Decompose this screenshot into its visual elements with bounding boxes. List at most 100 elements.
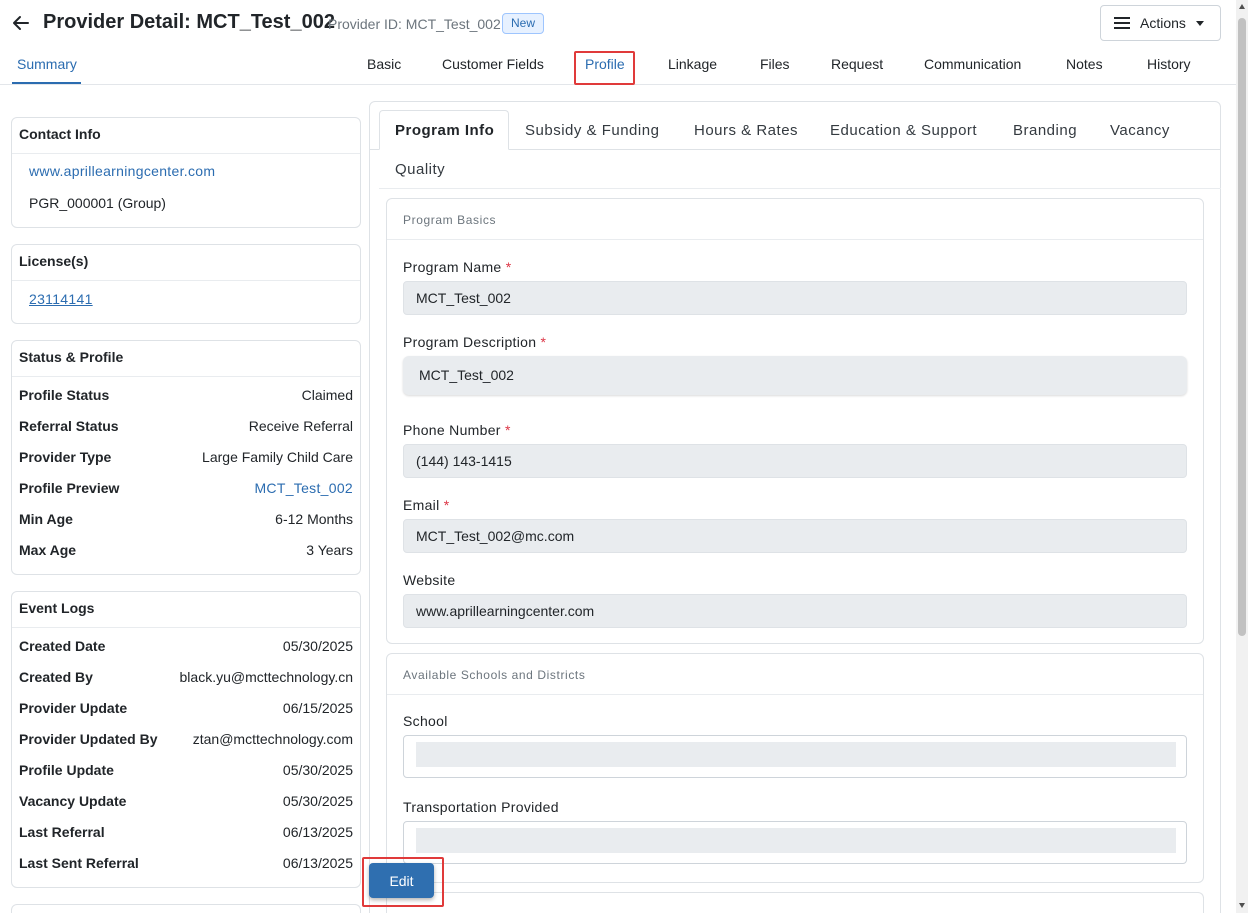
kv-label: Profile Preview: [19, 480, 120, 496]
tab-files[interactable]: Files: [760, 56, 790, 72]
phone-number-field[interactable]: (144) 143-1415: [403, 444, 1187, 478]
kv-value: 06/13/2025: [282, 824, 353, 840]
kv-label: Created By: [19, 669, 93, 685]
subtab-divider: [379, 188, 1221, 189]
status-profile-card: Status & Profile Profile Status Claimed …: [11, 340, 361, 575]
tab-customer-fields[interactable]: Customer Fields: [442, 56, 544, 72]
subtab-vacancy[interactable]: Vacancy: [1110, 122, 1170, 139]
card-title: Contact Info: [12, 118, 360, 154]
kv-value: 6-12 Months: [275, 511, 353, 527]
kv-row: Max Age 3 Years: [19, 542, 353, 558]
subtab-branding[interactable]: Branding: [1013, 122, 1077, 139]
scrollbar-thumb[interactable]: [1238, 18, 1246, 636]
contact-website-link[interactable]: www.aprillearningcenter.com: [29, 163, 215, 179]
profile-preview-link[interactable]: MCT_Test_002: [254, 480, 353, 496]
back-arrow-icon[interactable]: [10, 12, 32, 34]
school-select[interactable]: [403, 735, 1187, 778]
email-label: Email *: [403, 497, 449, 513]
actions-button[interactable]: Actions: [1100, 5, 1221, 41]
email-field[interactable]: MCT_Test_002@mc.com: [403, 519, 1187, 553]
active-tab-indicator: [12, 82, 81, 84]
website-field[interactable]: www.aprillearningcenter.com: [403, 594, 1187, 628]
tab-notes[interactable]: Notes: [1066, 56, 1103, 72]
tab-request[interactable]: Request: [831, 56, 883, 72]
status-badge: New: [502, 13, 545, 34]
section-title: Program Basics: [387, 199, 1203, 240]
scroll-down-icon[interactable]: [1239, 903, 1245, 908]
kv-value: Large Family Child Care: [202, 449, 353, 465]
program-basics-section: Program Basics Program Name * MCT_Test_0…: [386, 198, 1204, 644]
kv-row: Profile Status Claimed: [19, 387, 353, 403]
kv-value: Receive Referral: [248, 418, 353, 434]
tab-border: [509, 149, 1221, 150]
kv-label: Provider Update: [19, 700, 128, 716]
kv-value: ztan@mcttechnology.com: [192, 731, 353, 747]
next-section-edge: [386, 892, 1204, 913]
kv-label: Profile Status: [19, 387, 110, 403]
required-mark: *: [540, 334, 547, 350]
contact-info-card: Contact Info www.aprillearningcenter.com…: [11, 117, 361, 228]
kv-label: Provider Updated By: [19, 731, 158, 747]
label-text: Phone Number: [403, 422, 501, 438]
kv-row: Provider Type Large Family Child Care: [19, 449, 353, 465]
kv-value: black.yu@mcttechnology.cn: [179, 669, 353, 685]
kv-value: 06/13/2025: [282, 855, 353, 871]
page-title: Provider Detail: MCT_Test_002: [43, 11, 335, 33]
hamburger-icon: [1114, 17, 1130, 29]
kv-label: Referral Status: [19, 418, 119, 434]
actions-label: Actions: [1140, 15, 1186, 31]
program-name-label: Program Name *: [403, 259, 511, 275]
kv-label: Created Date: [19, 638, 106, 654]
subtab-education-support[interactable]: Education & Support: [830, 122, 977, 139]
required-mark: *: [504, 422, 511, 438]
tab-communication[interactable]: Communication: [924, 56, 1021, 72]
caret-down-icon: [1195, 20, 1204, 26]
subtab-hours-rates[interactable]: Hours & Rates: [694, 122, 798, 139]
kv-row: Provider Update 06/15/2025: [19, 700, 353, 716]
kv-label: Profile Update: [19, 762, 114, 778]
select-placeholder: [416, 742, 1176, 767]
tab-summary[interactable]: Summary: [17, 56, 77, 72]
tab-profile[interactable]: Profile: [585, 56, 625, 72]
next-card-edge: [11, 904, 361, 913]
edit-button[interactable]: Edit: [369, 863, 434, 898]
kv-row: Last Sent Referral 06/13/2025: [19, 855, 353, 871]
required-mark: *: [505, 259, 512, 275]
card-title: Status & Profile: [12, 341, 360, 377]
transportation-select[interactable]: [403, 821, 1187, 864]
kv-row: Referral Status Receive Referral: [19, 418, 353, 434]
kv-row: Last Referral 06/13/2025: [19, 824, 353, 840]
vertical-scrollbar[interactable]: [1236, 0, 1248, 913]
page-header: Provider Detail: MCT_Test_002 Provider I…: [0, 0, 1236, 48]
kv-row: Created Date 05/30/2025: [19, 638, 353, 654]
group-id: PGR_000001 (Group): [29, 195, 166, 211]
kv-label: Vacancy Update: [19, 793, 127, 809]
tab-history[interactable]: History: [1147, 56, 1191, 72]
tab-linkage[interactable]: Linkage: [668, 56, 717, 72]
section-title: Available Schools and Districts: [387, 654, 1203, 695]
kv-label: Min Age: [19, 511, 73, 527]
label-text: Program Description: [403, 334, 537, 350]
phone-number-label: Phone Number *: [403, 422, 511, 438]
licenses-card: License(s) 23114141: [11, 244, 361, 324]
kv-value: 06/15/2025: [282, 700, 353, 716]
kv-value: 05/30/2025: [282, 762, 353, 778]
kv-value: Claimed: [301, 387, 353, 403]
provider-id: Provider ID: MCT_Test_002: [328, 16, 501, 32]
license-number-link[interactable]: 23114141: [29, 291, 93, 307]
select-placeholder: [416, 828, 1176, 853]
program-name-field[interactable]: MCT_Test_002: [403, 281, 1187, 315]
kv-row: Created By black.yu@mcttechnology.cn: [19, 669, 353, 685]
program-description-label: Program Description *: [403, 334, 546, 350]
tab-basic[interactable]: Basic: [367, 56, 401, 72]
tab-border: [370, 149, 379, 150]
kv-label: Last Sent Referral: [19, 855, 139, 871]
scroll-up-icon[interactable]: [1239, 4, 1245, 9]
subtab-program-info[interactable]: Program Info: [395, 122, 494, 139]
transportation-label: Transportation Provided: [403, 799, 559, 815]
subtab-quality[interactable]: Quality: [395, 161, 445, 178]
subtab-subsidy-funding[interactable]: Subsidy & Funding: [525, 122, 659, 139]
kv-row: Min Age 6-12 Months: [19, 511, 353, 527]
schools-section: Available Schools and Districts School T…: [386, 653, 1204, 883]
program-description-field[interactable]: MCT_Test_002: [403, 356, 1187, 395]
